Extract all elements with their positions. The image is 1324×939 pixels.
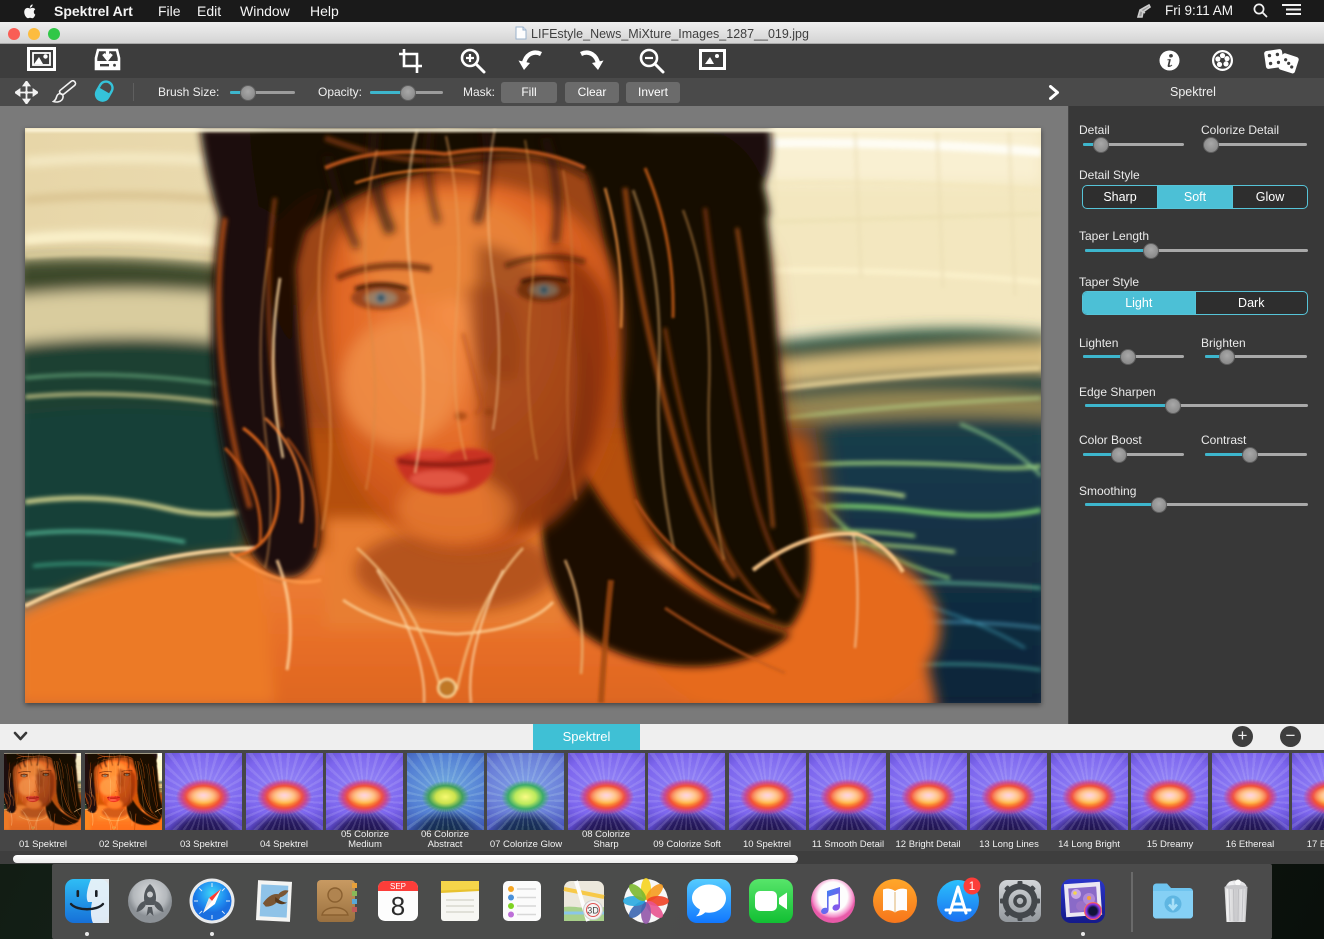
svg-text:SEP: SEP xyxy=(390,882,406,891)
svg-text:8: 8 xyxy=(391,891,405,921)
svg-text:1: 1 xyxy=(969,881,975,893)
svg-text:3D: 3D xyxy=(587,906,599,916)
